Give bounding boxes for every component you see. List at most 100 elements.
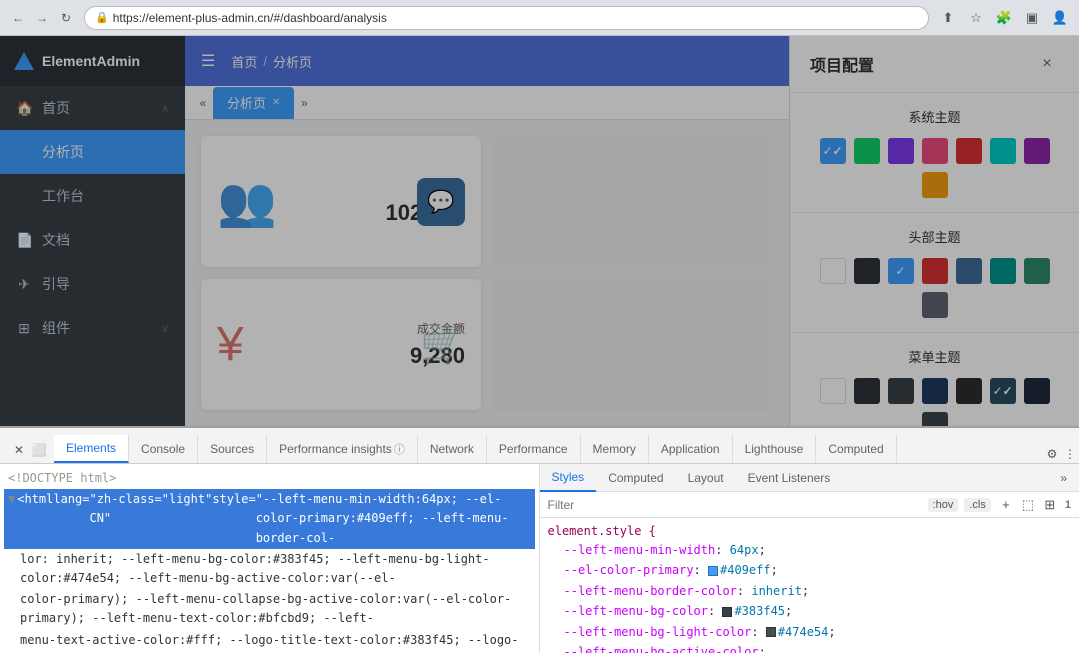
tab-console[interactable]: Console	[129, 435, 198, 463]
tab-lighthouse[interactable]: Lighthouse	[733, 435, 817, 463]
swatch-red-h[interactable]	[922, 258, 948, 284]
back-button[interactable]: ←	[8, 8, 28, 28]
guide-icon: ✈	[16, 276, 32, 293]
swatch-gray-h[interactable]	[922, 292, 948, 318]
color-swatch-bg	[722, 607, 732, 617]
sidebar-item-analysis[interactable]: 分析页	[0, 130, 185, 174]
share-icon[interactable]: ⬆	[937, 7, 959, 29]
swatch-steel-m[interactable]: ✓	[990, 378, 1016, 404]
sidebar-item-guide[interactable]: ✈ 引导	[0, 262, 185, 306]
inspect-icon[interactable]: ⊞	[1041, 496, 1059, 514]
tab-close-icon[interactable]: ✕	[272, 97, 280, 108]
class-val: "light"	[162, 490, 213, 509]
extension-icon[interactable]: 🧩	[993, 7, 1015, 29]
swatch-navy-m[interactable]	[922, 378, 948, 404]
tab-memory[interactable]: Memory	[581, 435, 649, 463]
layout-tab[interactable]: Layout	[676, 464, 736, 492]
sidebar-item-component[interactable]: ⊞ 组件 ∨	[0, 306, 185, 350]
tab-analysis[interactable]: 分析页 ✕	[213, 87, 294, 119]
class-attr: class=	[118, 490, 161, 509]
cart-icon: 🛒	[420, 324, 465, 365]
lang-val: "zh-CN"	[89, 490, 118, 528]
settings-icon[interactable]: ⚙	[1043, 445, 1061, 463]
devtools-dock-buttons: ✕ ⬜	[4, 437, 54, 463]
styles-filter-input[interactable]	[548, 498, 922, 512]
tab-memory-label: Memory	[593, 442, 636, 456]
chevron-down-icon: ∨	[161, 322, 169, 335]
sidebar-item-docs[interactable]: 📄 文档	[0, 218, 185, 262]
computed-tab[interactable]: Computed	[596, 464, 675, 492]
tab-computed[interactable]: Computed	[816, 435, 896, 463]
hamburger-icon[interactable]: ☰	[201, 51, 215, 71]
logo-icon	[14, 52, 34, 70]
styles-tab[interactable]: Styles	[540, 464, 597, 492]
cls-tag[interactable]: .cls	[964, 498, 991, 512]
style-attr: style=	[212, 490, 255, 509]
profile-icon[interactable]: 👤	[1049, 7, 1071, 29]
address-bar[interactable]: 🔒 https://element-plus-admin.cn/#/dashbo…	[84, 6, 929, 30]
tab-performance[interactable]: Performance	[487, 435, 581, 463]
sidebar-item-label: 组件	[42, 318, 151, 338]
tab-icon[interactable]: ▣	[1021, 7, 1043, 29]
sidebar-item-home[interactable]: 🏠 首页 ∧	[0, 86, 185, 130]
swatch-purple[interactable]	[888, 138, 914, 164]
hov-tag[interactable]: :hov	[928, 498, 959, 512]
sidebar-item-label: 引导	[42, 274, 169, 294]
dock-side-icon[interactable]: ⬜	[30, 441, 48, 459]
breadcrumb-home: 首页	[231, 52, 257, 71]
copy-style-icon[interactable]: ⬚	[1019, 496, 1037, 514]
styles-filter-bar: :hov .cls + ⬚ ⊞ 1	[540, 492, 1079, 518]
tab-nav-right[interactable]: »	[294, 93, 314, 113]
swatch-green[interactable]	[854, 138, 880, 164]
swatch-red[interactable]	[956, 138, 982, 164]
app-header: ☰ 首页 / 分析页	[185, 36, 789, 86]
swatch-white[interactable]	[820, 258, 846, 284]
settings-system-theme: 系统主题 ✓	[790, 93, 1079, 213]
swatch-slate-m[interactable]	[922, 412, 948, 426]
add-style-icon[interactable]: +	[997, 496, 1015, 514]
swatch-midnight-m[interactable]	[1024, 378, 1050, 404]
tab-network[interactable]: Network	[418, 435, 487, 463]
swatch-blue[interactable]: ✓	[820, 138, 846, 164]
style-prop-3: --left-menu-border-color: inherit;	[548, 581, 1072, 601]
browser-window: ← → ↻ 🔒 https://element-plus-admin.cn/#/…	[0, 0, 1079, 653]
menu-theme-title: 菜单主题	[810, 347, 1059, 366]
swatch-pink[interactable]	[922, 138, 948, 164]
swatch-blue-h[interactable]: ✓	[888, 258, 914, 284]
swatch-black-m[interactable]	[956, 378, 982, 404]
tab-performance-insights[interactable]: Performance insights ⓘ	[267, 435, 418, 463]
forward-button[interactable]: →	[32, 8, 52, 28]
more-tabs-btn[interactable]: »	[1048, 464, 1079, 492]
settings-title: 项目配置	[810, 52, 1035, 76]
swatch-violet[interactable]	[1024, 138, 1050, 164]
settings-close-button[interactable]: ×	[1035, 52, 1059, 76]
swatch-cyan-h[interactable]	[990, 258, 1016, 284]
tab-elements[interactable]: Elements	[54, 435, 129, 463]
sidebar-item-label: 首页	[42, 98, 151, 118]
tab-sources[interactable]: Sources	[198, 435, 267, 463]
swatch-white-m[interactable]	[820, 378, 846, 404]
settings-menu-theme: 菜单主题 ✓	[790, 333, 1079, 426]
event-listeners-tab[interactable]: Event Listeners	[736, 464, 843, 492]
swatch-charcoal-m[interactable]	[888, 378, 914, 404]
swatch-teal[interactable]	[990, 138, 1016, 164]
swatch-dark[interactable]	[854, 258, 880, 284]
tab-application[interactable]: Application	[649, 435, 733, 463]
tab-nav-left[interactable]: «	[193, 93, 213, 113]
breadcrumb-current: 分析页	[273, 52, 312, 71]
more-icon[interactable]: ⋮	[1061, 445, 1079, 463]
html-html-tag[interactable]: ▼ <html lang="zh-CN" class="light" style…	[4, 489, 535, 549]
close-devtools-icon[interactable]: ✕	[10, 441, 28, 459]
swatch-dark-m[interactable]	[854, 378, 880, 404]
style-cont2-text: color-primary); --left-menu-collapse-bg-…	[8, 590, 531, 628]
expand-icon[interactable]: ▼	[8, 490, 15, 509]
sidebar-item-workspace[interactable]: 工作台	[0, 174, 185, 218]
bookmark-icon[interactable]: ☆	[965, 7, 987, 29]
swatch-navy-h[interactable]	[956, 258, 982, 284]
swatch-emerald-h[interactable]	[1024, 258, 1050, 284]
sidebar-item-label: 文档	[42, 230, 169, 250]
lock-icon: 🔒	[95, 11, 109, 24]
stat-card-new-users: 👥 新增用户 102,400 💬	[201, 136, 481, 267]
reload-button[interactable]: ↻	[56, 8, 76, 28]
swatch-orange[interactable]	[922, 172, 948, 198]
